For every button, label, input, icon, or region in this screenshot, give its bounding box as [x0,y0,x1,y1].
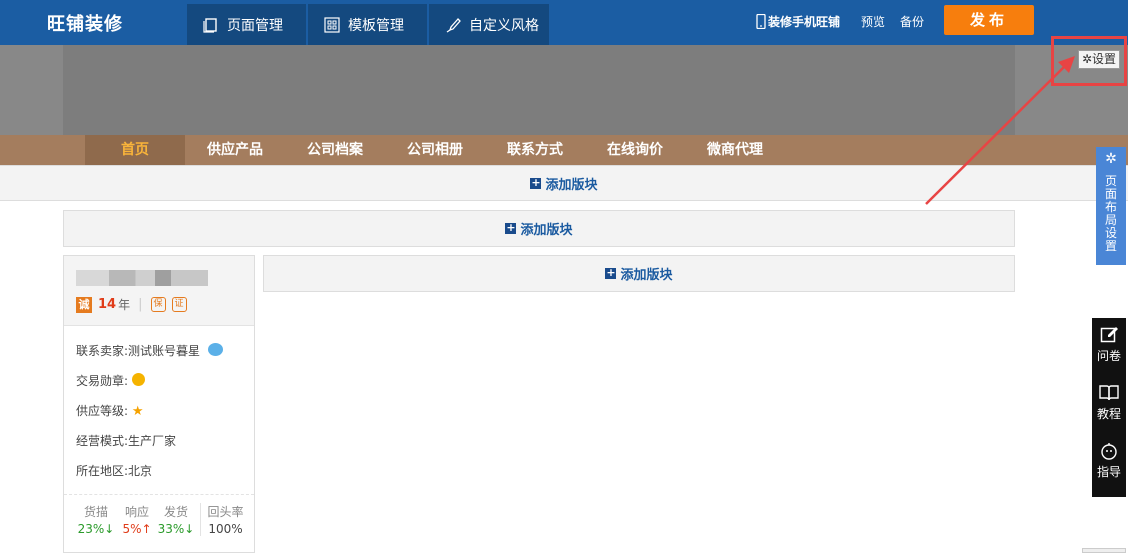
certificate-icon: 证 [171,297,187,312]
cheng-badge-icon: 诚 [76,296,92,313]
add-block-button-wide[interactable]: + 添加版块 [63,210,1015,247]
page-layout-settings-button[interactable]: ✲ 页面布局设置 [1096,147,1126,265]
guarantee-icon: 保 [150,297,166,312]
seller-stats: 货描 23%↓ 响应 5%↑ 发货 33%↓ 回头率 100% [64,494,254,544]
tab-page-management[interactable]: 页面管理 [187,4,306,45]
medal-icon [131,373,145,386]
shop-nav-bar: 首页 供应产品 公司档案 公司相册 联系方式 在线询价 微商代理 [0,135,1128,165]
grid-icon [324,16,340,33]
guide-face-icon [1101,443,1117,460]
mobile-shop-link[interactable]: 装修手机旺铺 [756,13,840,30]
banner-inner [63,45,1015,135]
nav-item-home[interactable]: 首页 [85,135,185,165]
preview-link[interactable]: 预览 [861,13,885,30]
brush-icon [446,17,461,33]
edit-icon [1100,327,1118,343]
add-block-button-full[interactable]: + 添加版块 [0,165,1128,201]
mode-row: 经营模式:生产厂家 [76,434,177,448]
tab-label: 自定义风格 [469,17,539,34]
book-icon [1099,385,1119,401]
page-icon [203,17,217,33]
stat-return-rate: 回头率 100% [200,503,250,536]
star-icon: ★ [131,404,144,419]
tab-custom-style[interactable]: 自定义风格 [429,4,549,45]
level-row: 供应等级: ★ [76,404,144,419]
side-toolbar: 问卷 教程 指导 [1092,318,1126,497]
phone-icon [756,14,766,29]
nav-item-agent[interactable]: 微商代理 [685,135,785,165]
nav-item-products[interactable]: 供应产品 [185,135,285,165]
region-row: 所在地区:北京 [76,464,153,478]
tab-template-management[interactable]: 模板管理 [308,4,427,45]
plus-icon: + [530,175,542,189]
tab-label: 页面管理 [227,17,283,34]
bottom-right-fragment [1082,548,1126,553]
wangwang-chat-icon[interactable] [207,343,223,356]
stat-description: 货描 23%↓ [77,505,115,536]
nav-item-album[interactable]: 公司相册 [385,135,485,165]
nav-item-contact[interactable]: 联系方式 [485,135,585,165]
plus-icon: + [605,266,617,279]
contact-row: 联系卖家:测试账号暮星 [76,342,223,359]
top-bar: 旺铺装修 页面管理 模板管理 自定义风格 装修手机旺铺 预览 备份 发布 [0,0,1128,45]
app-logo: 旺铺装修 [47,14,123,35]
tutorial-button[interactable]: 教程 [1092,376,1126,434]
medal-row: 交易勋章: [76,372,145,389]
stat-shipping: 发货 33%↓ [157,505,195,536]
stat-response: 响应 5%↑ [122,505,152,536]
company-name-blurred [76,270,208,286]
seller-info-card: 诚 14 年 | 保 证 联系卖家:测试账号暮星 交易勋章: 供应等级: ★ 经… [63,255,255,553]
divider: | [138,297,143,312]
tab-label: 模板管理 [348,17,404,34]
gear-icon: ✲ [1105,151,1117,167]
contact-seller-link[interactable]: 测试账号暮星 [128,344,200,358]
survey-button[interactable]: 问卷 [1092,318,1126,376]
banner-area [0,45,1128,135]
seller-years: 诚 14 年 | 保 证 [76,296,187,313]
annotation-highlight-box [1051,36,1127,86]
nav-item-inquiry[interactable]: 在线询价 [585,135,685,165]
add-block-button-main[interactable]: + 添加版块 [263,255,1015,292]
guide-button[interactable]: 指导 [1092,434,1126,492]
nav-item-company[interactable]: 公司档案 [285,135,385,165]
publish-button[interactable]: 发布 [944,5,1034,35]
backup-link[interactable]: 备份 [900,13,924,30]
seller-card-header: 诚 14 年 | 保 证 [64,256,254,326]
plus-icon: + [505,221,517,234]
